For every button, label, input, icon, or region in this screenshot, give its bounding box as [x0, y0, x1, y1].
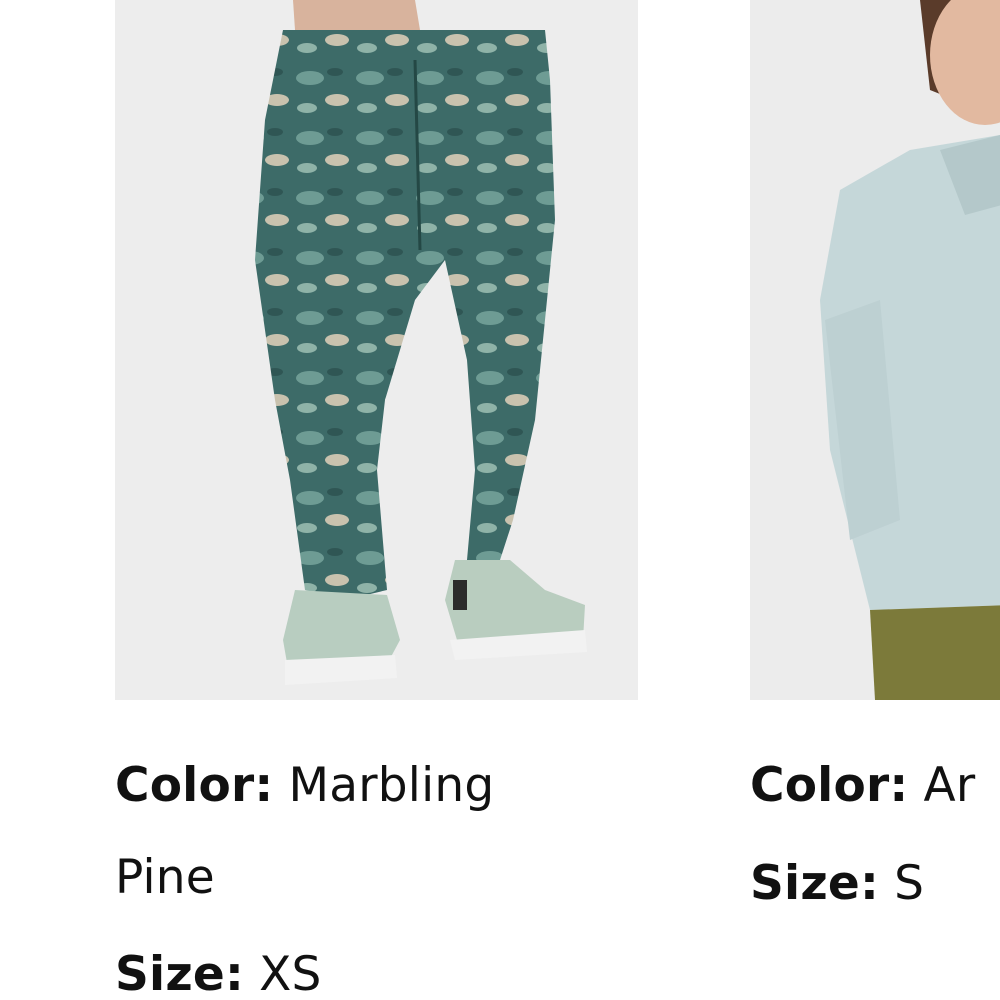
product-details: Color: Ar Size: S: [750, 700, 1000, 929]
product-card[interactable]: Color: Marbling Pine Size: XS: [115, 0, 638, 1000]
product-image-hoodie[interactable]: [750, 0, 1000, 700]
size-value: S: [894, 855, 925, 911]
product-details: Color: Marbling Pine Size: XS: [115, 700, 595, 1000]
size-value: XS: [259, 947, 322, 1000]
hoodie-illustration: [820, 0, 1000, 700]
color-row: Color: Marbling Pine: [115, 740, 595, 923]
size-row: Size: XS: [115, 929, 595, 1000]
color-label: Color:: [750, 758, 909, 813]
product-card[interactable]: Color: Ar Size: S: [750, 0, 1000, 929]
product-image-leggings[interactable]: [115, 0, 638, 700]
color-label: Color:: [115, 758, 274, 813]
color-value: Ar: [923, 758, 976, 813]
leggings-illustration: [255, 0, 587, 685]
product-carousel: Color: Marbling Pine Size: XS Color: Ar …: [0, 0, 1000, 1000]
size-row: Size: S: [750, 838, 1000, 930]
size-label: Size:: [115, 947, 244, 1000]
color-row: Color: Ar: [750, 740, 1000, 832]
size-label: Size:: [750, 855, 879, 911]
